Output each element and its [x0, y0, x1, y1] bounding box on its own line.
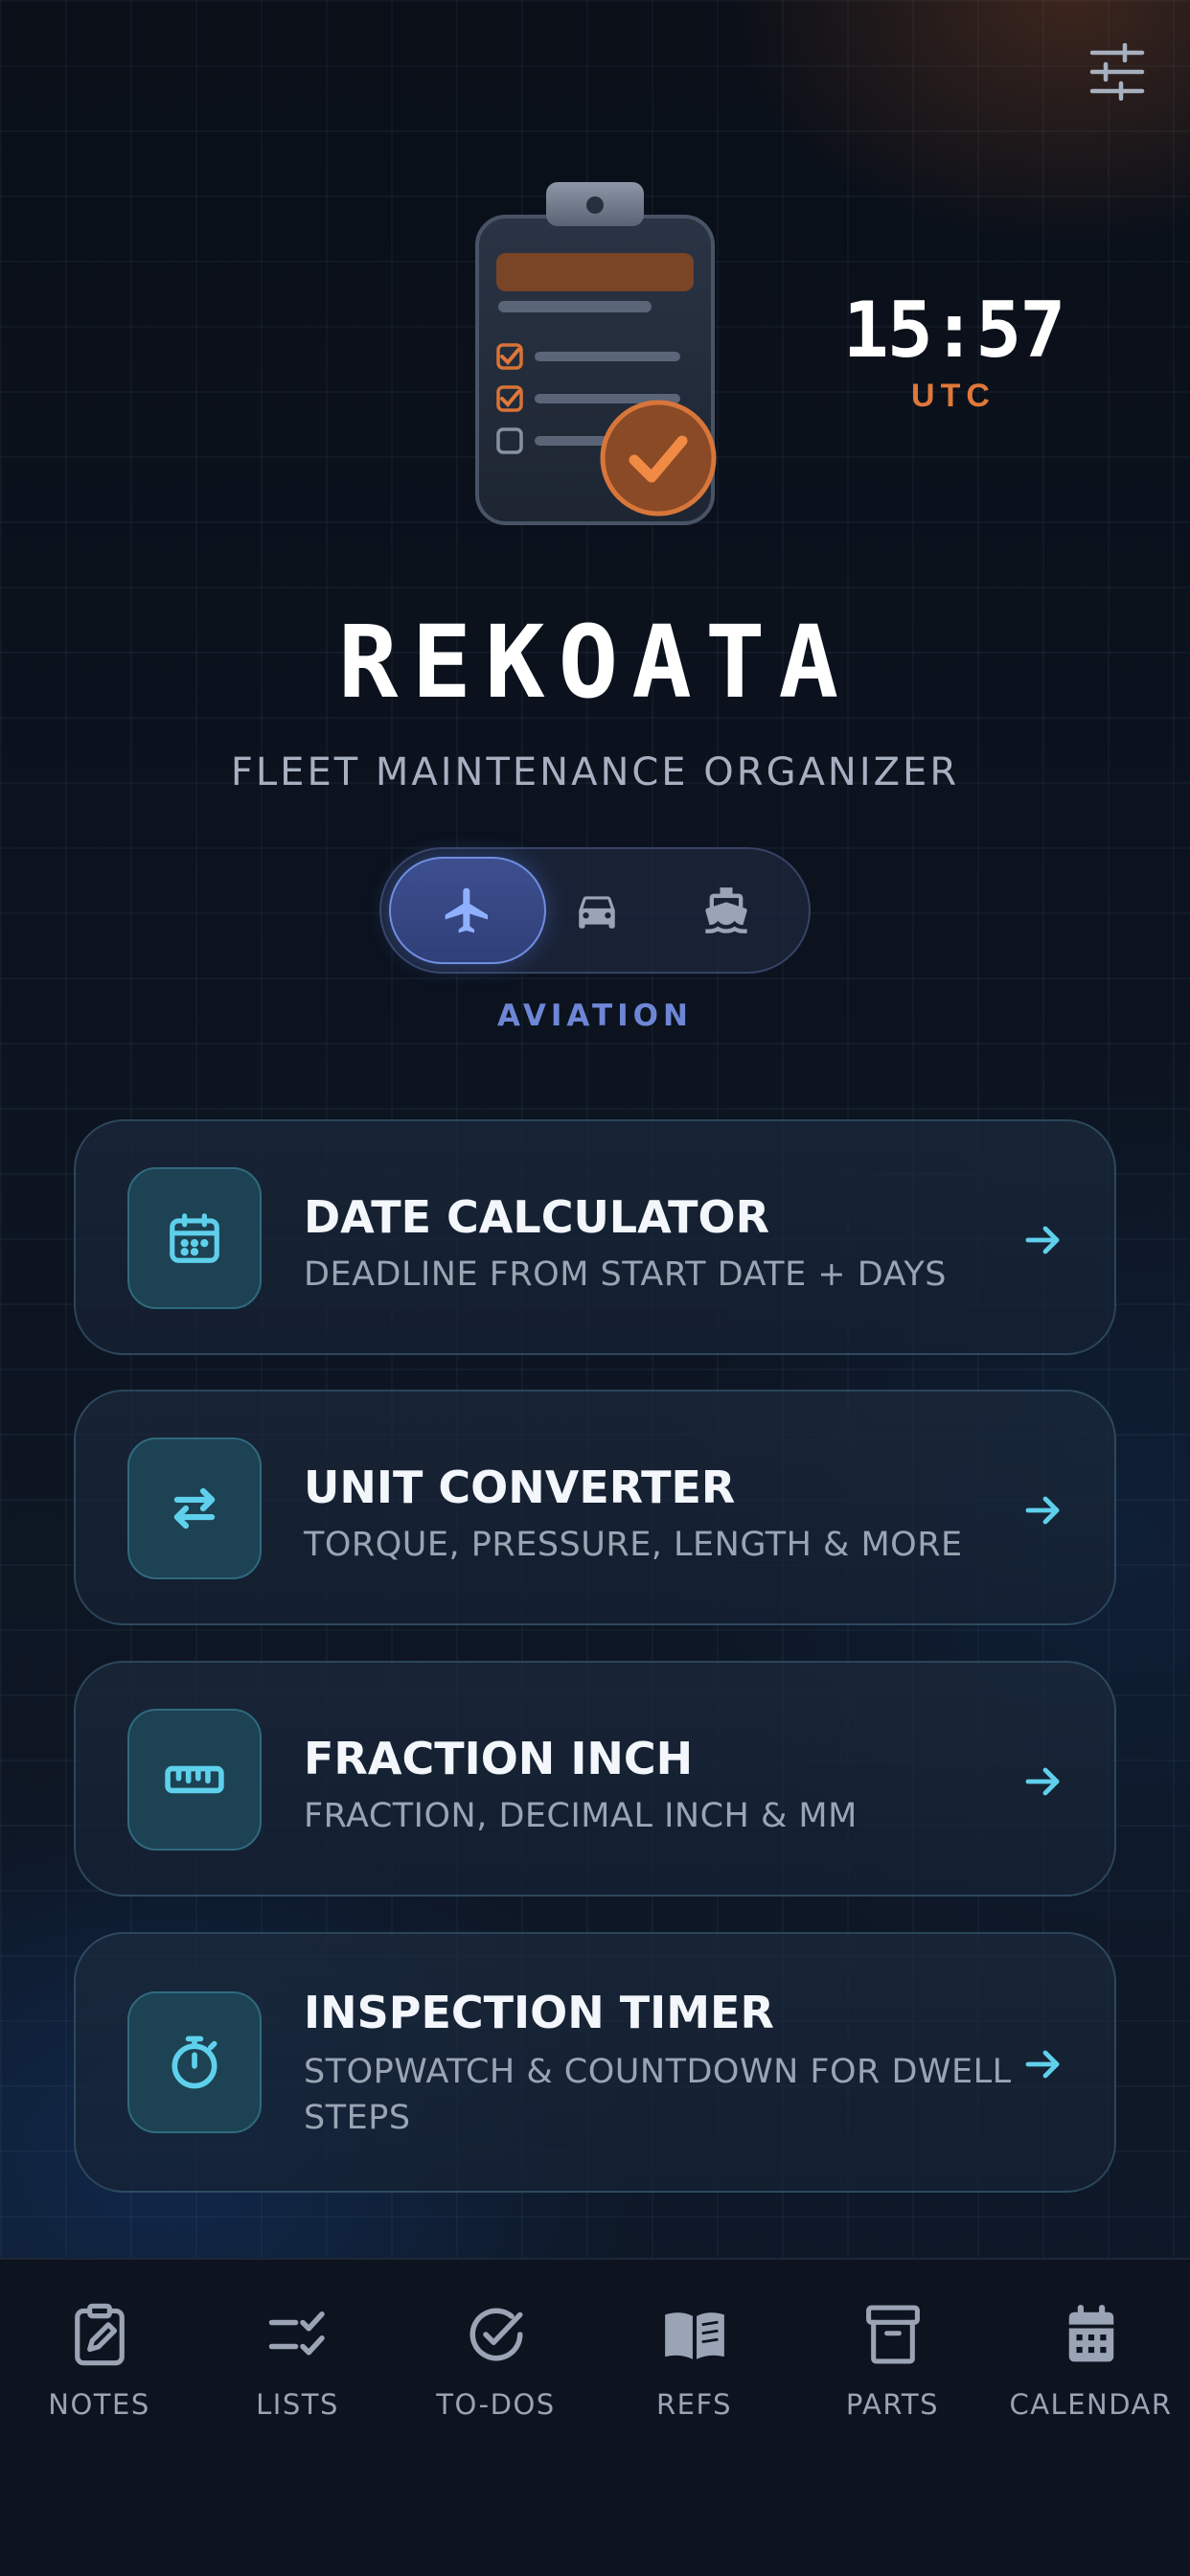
card-description: DEADLINE FROM START DATE + DAYS	[304, 1255, 947, 1294]
arrow-right-icon	[1015, 2036, 1072, 2093]
ruler-icon	[165, 1765, 224, 1794]
notes-icon	[65, 2296, 134, 2373]
card-title: FRACTION INCH	[304, 1733, 694, 1784]
book-icon	[660, 2296, 729, 2373]
airplane-icon	[445, 887, 488, 933]
home-screen: 15:57 UTC REKOATA FLEET MAINTENANCE ORGA…	[0, 0, 1190, 2576]
card-icon-box	[127, 1709, 262, 1851]
stopwatch-icon	[172, 2036, 217, 2089]
swap-arrows-icon	[173, 1487, 216, 1530]
bottom-navigation: NOTES LISTS TO-DOS REFS PARTS CALENDAR	[0, 2258, 1190, 2576]
nav-refs[interactable]: REFS	[595, 2296, 793, 2450]
card-icon-box	[127, 1167, 262, 1309]
ship-icon	[705, 887, 747, 933]
calendar-icon	[170, 1213, 219, 1263]
mode-selector	[379, 847, 811, 974]
clock-zone: UTC	[911, 378, 995, 414]
sliders-icon	[1089, 43, 1145, 101]
card-description: STOPWATCH & COUNTDOWN FOR DWELL STEPS	[304, 2053, 1012, 2137]
nav-label: LISTS	[256, 2388, 339, 2421]
nav-label: REFS	[655, 2388, 733, 2421]
car-icon	[579, 896, 615, 929]
checklist-icon	[263, 2296, 332, 2373]
calendar-icon	[1057, 2296, 1126, 2373]
nav-label: NOTES	[48, 2388, 150, 2421]
nav-label: TO-DOS	[436, 2388, 556, 2421]
nav-calendar[interactable]: CALENDAR	[992, 2296, 1190, 2450]
date-calculator-card[interactable]: DATE CALCULATOR DEADLINE FROM START DATE…	[74, 1119, 1116, 1355]
clipboard-checklist-icon	[466, 178, 724, 533]
nav-lists[interactable]: LISTS	[198, 2296, 397, 2450]
inspection-timer-card[interactable]: INSPECTION TIMER STOPWATCH & COUNTDOWN F…	[74, 1932, 1116, 2193]
nav-notes[interactable]: NOTES	[0, 2296, 198, 2450]
settings-button[interactable]	[1081, 38, 1154, 105]
nav-label: PARTS	[845, 2388, 940, 2421]
selected-mode-label: AVIATION	[497, 999, 693, 1033]
card-title: DATE CALCULATOR	[304, 1191, 770, 1243]
arrow-right-icon	[1015, 1753, 1072, 1810]
app-title: REKOATA	[337, 604, 853, 721]
card-icon-box	[127, 1991, 262, 2133]
fraction-inch-card[interactable]: FRACTION INCH FRACTION, DECIMAL INCH & M…	[74, 1661, 1116, 1897]
card-title: UNIT CONVERTER	[304, 1461, 736, 1513]
nav-todos[interactable]: TO-DOS	[397, 2296, 595, 2450]
utc-clock: 15:57 UTC	[814, 288, 1092, 415]
unit-converter-card[interactable]: UNIT CONVERTER TORQUE, PRESSURE, LENGTH …	[74, 1390, 1116, 1625]
nav-parts[interactable]: PARTS	[793, 2296, 992, 2450]
card-title: INSPECTION TIMER	[304, 1987, 774, 2038]
clock-time: 15:57	[842, 286, 1066, 375]
check-circle-icon	[462, 2296, 531, 2373]
arrow-right-icon	[1015, 1482, 1072, 1539]
card-icon-box	[127, 1438, 262, 1579]
app-subtitle: FLEET MAINTENANCE ORGANIZER	[230, 750, 960, 794]
archive-box-icon	[858, 2296, 927, 2373]
mode-marine-button[interactable]	[648, 857, 805, 964]
card-description: FRACTION, DECIMAL INCH & MM	[304, 1797, 858, 1835]
nav-label: CALENDAR	[1009, 2388, 1173, 2421]
card-description: TORQUE, PRESSURE, LENGTH & MORE	[304, 1526, 963, 1564]
arrow-right-icon	[1015, 1211, 1072, 1269]
